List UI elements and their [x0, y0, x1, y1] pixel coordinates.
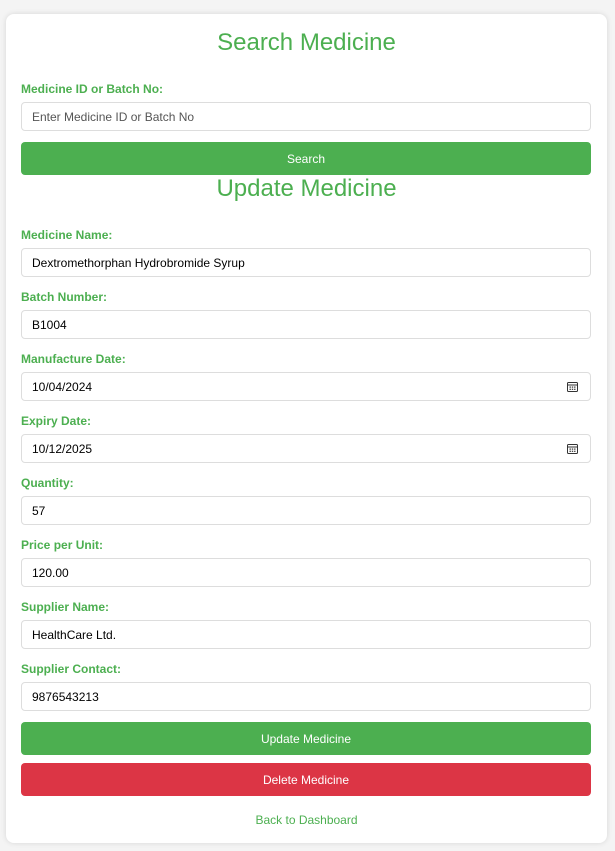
- supplier-contact-input[interactable]: [21, 682, 591, 711]
- search-input[interactable]: [21, 102, 591, 131]
- manufacture-date-value: 10/04/2024: [32, 380, 93, 394]
- update-medicine-button[interactable]: Update Medicine: [21, 722, 591, 755]
- medicine-name-label: Medicine Name:: [21, 228, 113, 242]
- expiry-date-label: Expiry Date:: [21, 414, 92, 428]
- manufacture-date-input[interactable]: 10/04/2024: [21, 372, 591, 401]
- price-per-unit-input[interactable]: [21, 558, 591, 587]
- search-section-title: Search Medicine: [217, 29, 396, 56]
- expiry-date-value: 10/12/2025: [32, 442, 93, 456]
- update-medicine-card: Search Medicine Medicine ID or Batch No:…: [6, 14, 607, 843]
- delete-medicine-button[interactable]: Delete Medicine: [21, 763, 591, 796]
- medicine-name-input[interactable]: [21, 248, 591, 277]
- batch-number-label: Batch Number:: [21, 290, 108, 304]
- search-field-label: Medicine ID or Batch No:: [21, 82, 164, 96]
- search-button[interactable]: Search: [21, 142, 591, 175]
- supplier-contact-label: Supplier Contact:: [21, 662, 122, 676]
- quantity-input[interactable]: [21, 496, 591, 525]
- supplier-name-input[interactable]: [21, 620, 591, 649]
- price-per-unit-label: Price per Unit:: [21, 538, 104, 552]
- calendar-icon[interactable]: [567, 443, 578, 454]
- back-to-dashboard-link[interactable]: Back to Dashboard: [6, 813, 607, 827]
- manufacture-date-label: Manufacture Date:: [21, 352, 126, 366]
- supplier-name-label: Supplier Name:: [21, 600, 110, 614]
- batch-number-input[interactable]: [21, 310, 591, 339]
- calendar-icon[interactable]: [567, 381, 578, 392]
- quantity-label: Quantity:: [21, 476, 74, 490]
- update-section-title: Update Medicine: [216, 175, 397, 202]
- expiry-date-input[interactable]: 10/12/2025: [21, 434, 591, 463]
